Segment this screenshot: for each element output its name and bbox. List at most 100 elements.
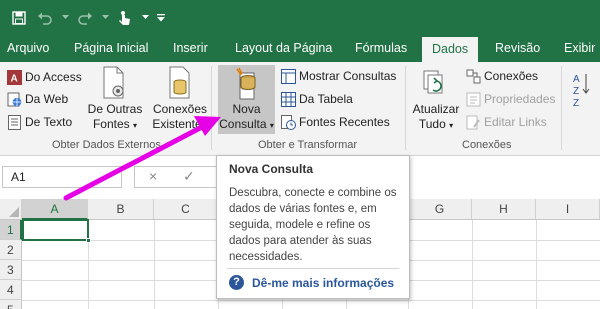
column-header[interactable]: G xyxy=(408,199,472,220)
column-header[interactable]: B xyxy=(88,199,154,220)
column-header[interactable]: I xyxy=(536,199,600,220)
connections-button[interactable]: Conexões xyxy=(466,66,538,86)
sort-icon[interactable]: A Z Z xyxy=(572,70,592,110)
svg-text:A: A xyxy=(573,74,580,85)
tab-pagina-inicial[interactable]: Página Inicial xyxy=(74,35,148,62)
from-web-label: Da Web xyxy=(25,92,69,106)
grid-line xyxy=(536,220,537,309)
from-table-button[interactable]: Da Tabela xyxy=(281,89,353,109)
grid-line xyxy=(472,220,473,309)
recent-sources-button[interactable]: Fontes Recentes xyxy=(281,112,390,132)
from-access-label: Do Access xyxy=(25,70,82,84)
column-header[interactable]: H xyxy=(472,199,536,220)
undo-dropdown-icon[interactable] xyxy=(58,5,72,31)
from-access-button[interactable]: A Do Access xyxy=(7,67,82,87)
recent-sources-label: Fontes Recentes xyxy=(299,115,390,129)
tab-arquivo[interactable]: Arquivo xyxy=(7,35,49,62)
tooltip-title: Nova Consulta xyxy=(229,162,314,176)
column-header[interactable]: C xyxy=(154,199,218,220)
group-separator xyxy=(561,66,562,150)
row-header[interactable]: 1 xyxy=(0,220,22,240)
redo-dropdown-icon[interactable] xyxy=(98,5,112,31)
show-queries-label: Mostrar Consultas xyxy=(299,69,397,83)
group-label-get-transform: Obter e Transformar xyxy=(258,139,358,151)
refresh-all-label-2: Tudo xyxy=(418,117,446,131)
from-text-label: De Texto xyxy=(25,115,73,129)
refresh-all-button[interactable]: Atualizar Tudo ▾ xyxy=(408,102,464,133)
grid-line xyxy=(154,220,155,309)
refresh-all-icon xyxy=(423,70,443,94)
existing-connections-label-2: Existentes xyxy=(152,117,208,131)
other-sources-label-2: Fontes xyxy=(92,117,130,131)
edit-links-label: Editar Links xyxy=(484,115,547,129)
existing-connections-label-1: Conexões xyxy=(152,102,208,116)
existing-connections-button[interactable]: Conexões Existentes xyxy=(152,102,208,132)
group-separator xyxy=(211,66,212,150)
save-icon[interactable] xyxy=(6,5,32,31)
group-label-get-external: Obter Dados Externos xyxy=(52,139,161,151)
row-header[interactable]: 5 xyxy=(0,300,22,309)
show-queries-button[interactable]: Mostrar Consultas xyxy=(281,66,396,86)
tab-inserir[interactable]: Inserir xyxy=(173,35,208,62)
touch-mode-icon[interactable] xyxy=(112,5,138,31)
from-web-button[interactable]: Da Web xyxy=(7,89,68,109)
tooltip-divider xyxy=(227,268,399,269)
quick-access-toolbar xyxy=(0,0,600,35)
tooltip-body: Descubra, conecte e combine os dados de … xyxy=(229,187,397,263)
row-header[interactable]: 3 xyxy=(0,260,22,280)
enter-icon[interactable]: ✓ xyxy=(183,168,195,185)
access-icon: A xyxy=(7,69,22,85)
new-query-label-1: Nova xyxy=(232,102,261,116)
name-box[interactable]: A1 xyxy=(2,166,122,188)
new-query-label-2: Consulta xyxy=(219,117,267,131)
from-text-button[interactable]: De Texto xyxy=(7,112,72,132)
touch-dropdown-icon[interactable] xyxy=(138,5,152,31)
connections-label: Conexões xyxy=(484,69,539,83)
fill-handle[interactable] xyxy=(86,238,91,243)
show-queries-icon xyxy=(281,68,296,84)
tab-formulas[interactable]: Fórmulas xyxy=(355,35,407,62)
redo-icon[interactable] xyxy=(72,5,98,31)
new-query-tooltip: Nova Consulta Descubra, conecte e combin… xyxy=(216,155,410,299)
row-header[interactable]: 2 xyxy=(0,240,22,260)
recent-sources-icon xyxy=(281,114,296,130)
column-header[interactable]: A xyxy=(22,199,88,220)
active-cell[interactable] xyxy=(22,219,89,241)
svg-text:Z: Z xyxy=(573,98,579,109)
properties-label: Propriedades xyxy=(484,92,556,106)
edit-links-button[interactable]: Editar Links xyxy=(466,112,547,132)
tab-exibir[interactable]: Exibir xyxy=(564,35,595,62)
table-icon xyxy=(281,91,296,107)
text-file-icon xyxy=(8,114,21,130)
properties-icon xyxy=(466,92,481,106)
new-query-label-wrap: Nova Consulta ▾ xyxy=(219,102,274,131)
customize-icon[interactable] xyxy=(152,5,170,31)
ribbon-tabs: Arquivo Página Inicial Inserir Layout da… xyxy=(0,35,600,62)
new-query-icon xyxy=(236,67,256,100)
svg-text:Z: Z xyxy=(573,86,579,97)
row-header[interactable]: 4 xyxy=(0,280,22,300)
connections-icon xyxy=(466,69,481,83)
other-sources-button[interactable]: De Outras Fontes ▾ xyxy=(86,102,144,133)
undo-icon[interactable] xyxy=(32,5,58,31)
group-label-connections: Conexões xyxy=(462,139,512,151)
help-icon: ? xyxy=(229,275,244,290)
properties-button[interactable]: Propriedades xyxy=(466,89,555,109)
cancel-icon[interactable]: × xyxy=(149,168,157,184)
existing-connections-icon xyxy=(169,66,190,99)
tell-me-more-link[interactable]: ? Dê-me mais informações xyxy=(229,275,394,290)
svg-text:A: A xyxy=(11,73,18,84)
tab-revisao[interactable]: Revisão xyxy=(495,35,540,62)
other-sources-icon xyxy=(103,66,124,99)
refresh-all-label-1: Atualizar xyxy=(412,102,460,116)
group-separator xyxy=(405,66,406,150)
select-all-corner[interactable] xyxy=(0,199,22,220)
web-icon xyxy=(7,92,22,106)
tab-layout-da-pagina[interactable]: Layout da Página xyxy=(235,35,332,62)
edit-links-icon xyxy=(466,115,480,129)
from-table-label: Da Tabela xyxy=(299,92,353,106)
other-sources-label-1: De Outras xyxy=(87,102,143,116)
tab-dados[interactable]: Dados xyxy=(422,37,479,62)
grid-line xyxy=(22,300,600,301)
tell-me-more-label: Dê-me mais informações xyxy=(252,275,395,290)
